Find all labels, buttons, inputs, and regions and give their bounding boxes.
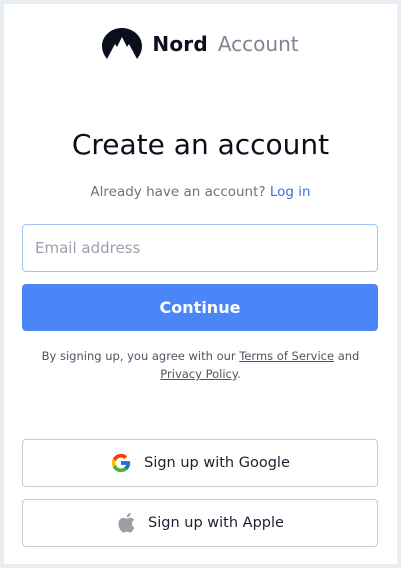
terms-suffix: . <box>237 367 241 381</box>
signin-prompt-row: Already have an account? Log in <box>4 184 397 200</box>
login-link[interactable]: Log in <box>270 184 311 200</box>
apple-icon <box>118 512 135 533</box>
terms-prefix: By signing up, you agree with our <box>41 349 236 363</box>
google-signup-button[interactable]: Sign up with Google <box>22 439 378 487</box>
brand-header: Nord Account <box>4 26 397 62</box>
privacy-policy-link[interactable]: Privacy Policy <box>160 367 237 381</box>
email-field[interactable] <box>22 224 378 272</box>
brand-name: Nord <box>152 32 208 56</box>
terms-notice: By signing up, you agree with our Terms … <box>34 347 367 383</box>
apple-signup-label: Sign up with Apple <box>148 515 284 531</box>
terms-of-service-link[interactable]: Terms of Service <box>239 349 334 363</box>
signup-card: Nord Account Create an account Already h… <box>4 4 397 564</box>
apple-signup-button[interactable]: Sign up with Apple <box>22 499 378 547</box>
brand-product: Account <box>217 32 299 56</box>
signin-prompt-text: Already have an account? <box>90 184 266 200</box>
page-title: Create an account <box>71 128 330 161</box>
google-signup-label: Sign up with Google <box>144 455 290 471</box>
google-g-icon <box>111 453 131 473</box>
continue-button[interactable]: Continue <box>22 284 378 331</box>
nord-logo-icon <box>102 28 143 59</box>
terms-and: and <box>337 349 360 363</box>
